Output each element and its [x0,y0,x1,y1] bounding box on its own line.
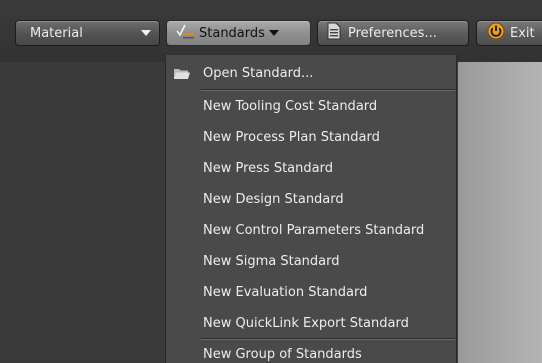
menu-item-label: New Sigma Standard [203,254,340,269]
menu-item-label: New Design Standard [203,192,344,207]
menu-item-label: Open Standard... [203,66,314,81]
menu-item-label: New Press Standard [203,161,333,176]
document-settings-icon [327,22,341,44]
menu-item-new-process-plan-standard[interactable]: New Process Plan Standard [166,122,456,153]
menu-item-label: New Group of Standards [203,347,362,362]
menu-item-new-group-of-standards[interactable]: New Group of Standards [166,339,456,363]
standards-dropdown-label: Standards [199,25,265,41]
preferences-button[interactable]: Preferences... [317,20,469,46]
chevron-down-icon [141,30,151,36]
right-panel [458,62,542,363]
menu-item-new-evaluation-standard[interactable]: New Evaluation Standard [166,277,456,308]
menu-item-new-design-standard[interactable]: New Design Standard [166,184,456,215]
menu-item-label: New Control Parameters Standard [203,223,425,238]
power-icon [487,22,505,44]
left-panel [0,62,165,363]
menu-item-new-control-parameters-standard[interactable]: New Control Parameters Standard [166,215,456,246]
menu-item-new-quicklink-export-standard[interactable]: New QuickLink Export Standard [166,308,456,339]
menu-item-label: New Process Plan Standard [203,130,380,145]
material-dropdown-label: Material [30,25,83,41]
chevron-down-icon [268,30,279,36]
checklist-icon [175,22,195,44]
exit-button[interactable]: Exit [476,20,542,46]
standards-dropdown[interactable]: Standards [166,20,311,46]
preferences-button-label: Preferences... [348,25,437,41]
menu-item-new-tooling-cost-standard[interactable]: New Tooling Cost Standard [166,91,456,122]
material-dropdown[interactable]: Material [15,20,160,46]
menu-item-open-standard[interactable]: Open Standard... [166,58,456,89]
menu-item-new-press-standard[interactable]: New Press Standard [166,153,456,184]
exit-button-label: Exit [510,25,535,41]
folder-icon [174,68,190,84]
toolbar: Material Standards Preferences... Exit [0,0,542,62]
menu-item-label: New Tooling Cost Standard [203,99,378,114]
standards-menu: Open Standard... New Tooling Cost Standa… [165,55,457,363]
menu-item-label: New QuickLink Export Standard [203,316,409,331]
menu-item-label: New Evaluation Standard [203,285,368,300]
menu-item-new-sigma-standard[interactable]: New Sigma Standard [166,246,456,277]
